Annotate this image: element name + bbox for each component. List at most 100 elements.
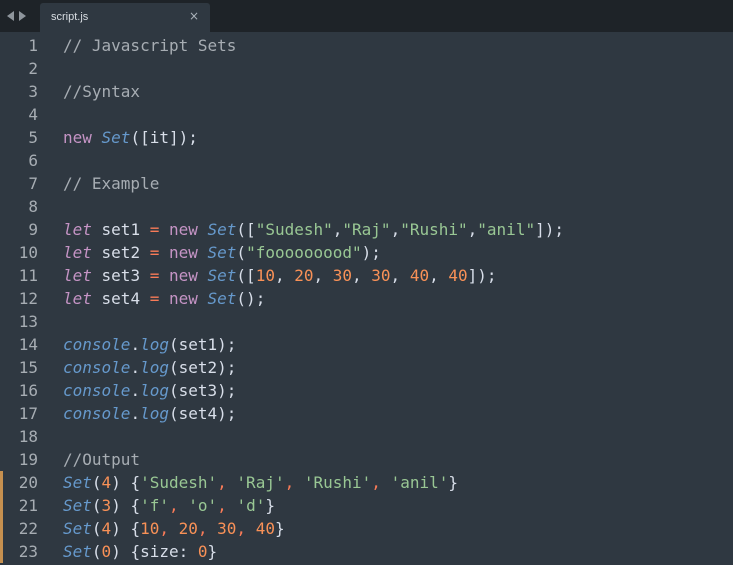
code-token: "Sudesh" xyxy=(255,220,333,239)
code-line[interactable]: 8 xyxy=(0,195,733,218)
line-number: 8 xyxy=(28,197,38,216)
code-token: let xyxy=(63,266,92,285)
code-token: 0 xyxy=(197,542,208,561)
code-line[interactable]: 17 console.log(set4); xyxy=(0,402,733,425)
code-token: Set xyxy=(101,128,131,147)
code-token: . xyxy=(130,381,141,400)
code-token: 'o' xyxy=(188,496,218,515)
code-editor[interactable]: 1// Javascript Sets 2 3//Syntax 4 5 new Set([… xyxy=(0,32,733,565)
code-line[interactable]: 9 let set1 = new Set(["Sudesh","Raj","Rus… xyxy=(0,218,733,241)
line-source: // Javascript Sets xyxy=(63,34,236,57)
code-line[interactable]: 18 xyxy=(0,425,733,448)
line-source: console.log(set4); xyxy=(63,402,236,425)
code-token: set4 xyxy=(91,289,150,308)
code-line[interactable]: 11 let set3 = new Set([10, 20, 30, 30, 40… xyxy=(0,264,733,287)
code-token: , xyxy=(332,220,343,239)
code-token: new xyxy=(63,128,102,147)
code-line[interactable]: 16 console.log(set3); xyxy=(0,379,733,402)
code-token: . xyxy=(130,335,141,354)
code-token: console xyxy=(63,335,131,354)
code-token: (set3); xyxy=(168,381,237,400)
line-source: Set(0) {size: 0} xyxy=(63,540,217,563)
code-token: ( xyxy=(91,496,102,515)
code-token: 4 xyxy=(101,519,112,538)
code-token: } xyxy=(448,473,458,492)
line-number: 7 xyxy=(28,174,38,193)
line-number: 1 xyxy=(28,36,38,55)
line-source: let set3 = new Set([10, 20, 30, 30, 40, … xyxy=(63,264,497,287)
code-token: 30 xyxy=(217,519,237,538)
code-token: new xyxy=(159,266,208,285)
line-number: 22 xyxy=(18,519,38,538)
code-line[interactable]: 3 //Syntax xyxy=(0,80,733,103)
code-token: let xyxy=(63,289,92,308)
code-line[interactable]: 14 console.log(set1); xyxy=(0,333,733,356)
code-token: 30 xyxy=(371,266,391,285)
code-line[interactable]: 21 Set(3) {'f', 'o', 'd'} xyxy=(0,494,733,517)
code-line[interactable]: 23 Set(0) {size: 0} xyxy=(0,540,733,563)
code-token: (); xyxy=(236,289,266,308)
line-source: let set1 = new Set(["Sudesh","Raj","Rush… xyxy=(63,218,564,241)
line-source: //Syntax xyxy=(63,80,140,103)
code-token: 3 xyxy=(101,496,112,515)
code-token: , xyxy=(217,473,237,492)
code-line[interactable]: 7 // Example xyxy=(0,172,733,195)
line-number: 18 xyxy=(18,427,38,446)
code-token: //Output xyxy=(63,450,141,469)
code-token: Set xyxy=(63,519,92,538)
code-token: } xyxy=(265,496,275,515)
code-line[interactable]: 10 let set2 = new Set("fooooooood"); xyxy=(0,241,733,264)
code-token: 'Raj' xyxy=(236,473,285,492)
code-token: = xyxy=(149,243,160,262)
code-line[interactable]: 15 console.log(set2); xyxy=(0,356,733,379)
line-number: 5 xyxy=(28,128,38,147)
code-token: ([ xyxy=(236,266,256,285)
code-line[interactable]: 13 xyxy=(0,310,733,333)
line-number: 13 xyxy=(18,312,38,331)
code-line[interactable]: 6 xyxy=(0,149,733,172)
code-token: = xyxy=(149,266,160,285)
line-source: // Example xyxy=(63,172,159,195)
code-token: 'anil' xyxy=(390,473,449,492)
code-line[interactable]: 20 Set(4) {'Sudesh', 'Raj', 'Rushi', 'ani… xyxy=(0,471,733,494)
code-token: ) { xyxy=(111,519,141,538)
line-source: console.log(set2); xyxy=(63,356,236,379)
line-number: 11 xyxy=(18,266,38,285)
code-token: // Javascript Sets xyxy=(63,36,237,55)
tab-bar: script.js × xyxy=(0,0,733,32)
line-number: 15 xyxy=(18,358,38,377)
code-token: 30 xyxy=(332,266,353,285)
code-token: 'f' xyxy=(140,496,169,515)
code-token: , xyxy=(352,266,372,285)
arrow-right-icon[interactable] xyxy=(19,11,26,21)
code-token: ); xyxy=(361,243,381,262)
line-source: //Output xyxy=(63,448,140,471)
arrow-left-icon[interactable] xyxy=(7,11,14,21)
code-line[interactable]: 5 new Set([it]); xyxy=(0,126,733,149)
code-token: , xyxy=(284,473,304,492)
close-icon[interactable]: × xyxy=(189,9,199,23)
code-token: console xyxy=(63,358,131,377)
code-line[interactable]: 4 xyxy=(0,103,733,126)
tab-script-js[interactable]: script.js × xyxy=(40,3,210,32)
code-token: new xyxy=(159,243,208,262)
code-token: 4 xyxy=(101,473,112,492)
code-token: , xyxy=(313,266,333,285)
code-token: ( xyxy=(236,243,247,262)
code-token: ( xyxy=(91,473,102,492)
code-token: set1 xyxy=(91,220,150,239)
code-token: 'Rushi' xyxy=(303,473,372,492)
code-token: (set2); xyxy=(168,358,237,377)
code-token: (set4); xyxy=(168,404,237,423)
code-token: "fooooooood" xyxy=(246,243,362,262)
code-token: let xyxy=(63,220,92,239)
code-line[interactable]: 1 // Javascript Sets xyxy=(0,34,733,57)
line-source: new Set([it]); xyxy=(63,126,198,149)
code-line[interactable]: 12 let set4 = new Set(); xyxy=(0,287,733,310)
code-token: , xyxy=(169,496,189,515)
code-token: //Syntax xyxy=(63,82,141,101)
code-line[interactable]: 22 Set(4) {10, 20, 30, 40} xyxy=(0,517,733,540)
code-line[interactable]: 2 xyxy=(0,57,733,80)
code-line[interactable]: 19 //Output xyxy=(0,448,733,471)
code-token: new xyxy=(159,289,208,308)
